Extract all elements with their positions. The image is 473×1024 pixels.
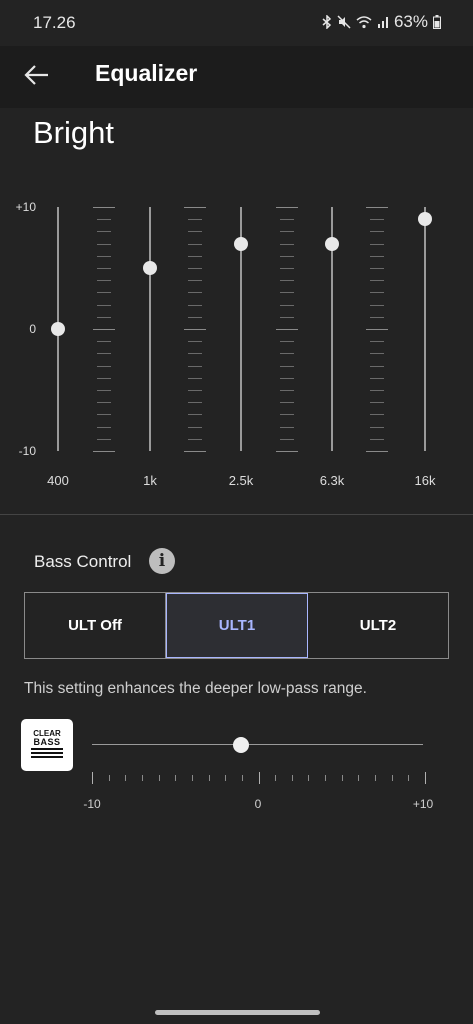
wifi-icon [356, 16, 372, 29]
clear-bass-tick [291, 775, 293, 781]
clear-bass-tick [308, 775, 310, 781]
eq-band-knob[interactable] [325, 236, 339, 251]
clear-bass-label-mid: 0 [254, 797, 262, 811]
eq-band-knob[interactable] [418, 212, 432, 227]
ult2-button[interactable]: ULT2 [308, 593, 448, 658]
clear-bass-tick [408, 775, 410, 781]
status-time: 17.26 [33, 13, 76, 32]
eq-ylabel-max: +10 [15, 200, 36, 214]
eq-band-track[interactable] [149, 207, 151, 451]
clear-bass-tick [125, 775, 127, 781]
clear-bass-tick [225, 775, 227, 781]
clear-bass-ticks [90, 772, 426, 784]
eq-band-label: 1k [143, 473, 157, 488]
clear-bass-slider-track[interactable] [92, 744, 423, 745]
clear-bass-tick [158, 775, 160, 781]
ult-off-button[interactable]: ULT Off [25, 593, 166, 658]
eq-band-knob[interactable] [143, 261, 157, 275]
clear-bass-tick [391, 775, 393, 781]
clear-bass-tick [341, 775, 343, 781]
clear-bass-tick [258, 772, 260, 784]
clear-bass-label-min: -10 [83, 797, 101, 811]
eq-scale-ticks [276, 207, 298, 452]
back-button[interactable] [22, 60, 52, 90]
eq-scale-ticks [184, 207, 206, 452]
clear-bass-tick [375, 775, 377, 781]
eq-band-label: 16k [414, 473, 436, 488]
eq-ylabel-min: -10 [18, 444, 36, 458]
status-icons: 63% [322, 12, 441, 32]
eq-band-label: 6.3k [319, 473, 345, 488]
clear-bass-tick [241, 775, 243, 781]
clear-bass-label-max: +10 [412, 797, 434, 811]
eq-ylabel-mid: 0 [29, 322, 36, 336]
clear-bass-tick [358, 775, 360, 781]
arrow-left-icon [24, 65, 48, 85]
eq-band-knob[interactable] [51, 322, 65, 336]
clear-bass-tick [425, 772, 426, 784]
app-bar: Equalizer [0, 46, 473, 108]
eq-band-track[interactable] [424, 207, 426, 451]
battery-icon [433, 15, 441, 29]
clear-bass-tick [92, 772, 93, 784]
bass-control-title: Bass Control [34, 552, 132, 571]
clear-bass-slider-knob[interactable] [232, 737, 249, 753]
info-button[interactable]: i [149, 548, 175, 574]
clear-bass-tick [208, 775, 210, 781]
clear-bass-logo-bars [31, 748, 63, 760]
battery-percentage: 63% [393, 12, 428, 31]
info-icon: i [158, 551, 166, 571]
preset-name: Bright [33, 115, 114, 150]
bass-description: This setting enhances the deeper low-pas… [24, 680, 367, 697]
home-indicator[interactable] [155, 1010, 320, 1015]
clear-bass-tick [175, 775, 177, 781]
eq-scale-ticks [93, 207, 115, 452]
signal-icon [377, 17, 388, 28]
clear-bass-tick [275, 775, 277, 781]
clear-bass-tick [191, 775, 193, 781]
clear-bass-logo-bottom: BASS [33, 737, 61, 747]
eq-scale-ticks [366, 207, 388, 452]
ult-selector: ULT Off ULT1 ULT2 [24, 592, 449, 659]
eq-band-knob[interactable] [234, 236, 248, 251]
divider [0, 514, 473, 515]
eq-band-label: 400 [47, 473, 69, 488]
clear-bass-tick [141, 775, 143, 781]
mute-icon [337, 15, 351, 29]
clear-bass-logo: CLEAR BASS [21, 719, 73, 771]
bluetooth-icon [322, 15, 332, 29]
equalizer: +10 0 -10 400 1k 2.5k 6.3k 16k [0, 190, 473, 500]
status-bar: 17.26 63% [0, 0, 473, 46]
page-title: Equalizer [95, 60, 198, 86]
clear-bass-tick [108, 775, 110, 781]
ult1-button[interactable]: ULT1 [166, 593, 308, 658]
clear-bass-tick [325, 775, 327, 781]
eq-band-label: 2.5k [228, 473, 254, 488]
